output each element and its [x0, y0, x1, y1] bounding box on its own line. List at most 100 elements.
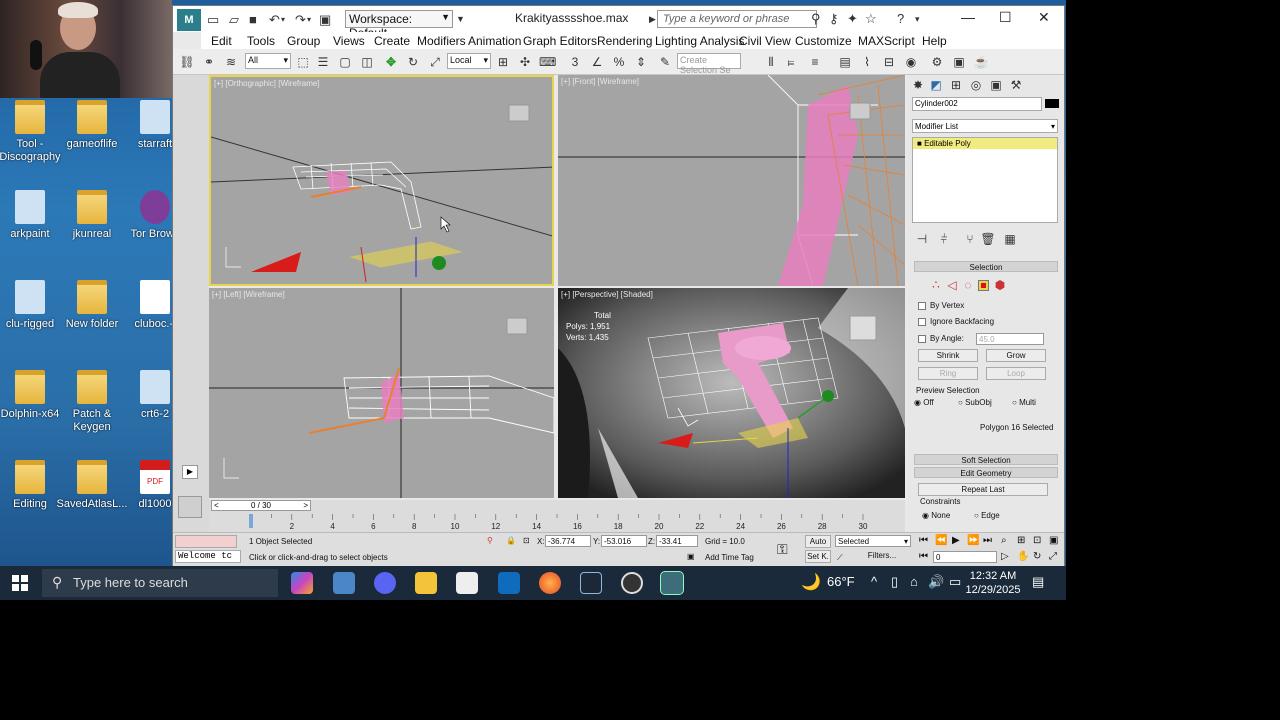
spinner-snap-icon[interactable]: ⇕ [633, 54, 649, 70]
field-of-view-icon[interactable]: ▷ [1001, 551, 1009, 562]
viewport-label[interactable]: [+] [Left] [Wireframe] [212, 290, 285, 299]
element-mode-icon[interactable]: ⬢ [992, 277, 1008, 293]
timeline[interactable]: <0 / 30 > 2 4 6 8 10 12 14 16 18 20 22 24 26 28 30 [209, 500, 905, 532]
by-vertex-checkbox[interactable] [918, 302, 926, 310]
binoculars-icon[interactable]: ⚲ [811, 11, 821, 27]
help-icon[interactable]: ? [897, 11, 904, 26]
ring-button[interactable]: Ring [918, 367, 978, 380]
menu-item[interactable]: Rendering [597, 34, 652, 48]
key-mode-toggle-icon[interactable]: ⏮ [919, 551, 928, 562]
constraint-none-radio[interactable]: ◉ None [922, 511, 950, 520]
network-icon[interactable]: ⌂ [910, 574, 918, 589]
viewport-label[interactable]: [+] [Orthographic] [Wireframe] [214, 79, 320, 88]
maxscript-listener-input[interactable]: Welcome tc [175, 550, 241, 563]
menu-item[interactable]: MAXScript [858, 34, 915, 48]
viewport-orthographic[interactable]: [+] [Orthographic] [Wireframe] [209, 75, 554, 286]
named-selection-dropdown[interactable]: Create Selection Se [677, 53, 741, 75]
start-windows-icon[interactable] [12, 575, 28, 591]
outlook-icon[interactable] [498, 572, 520, 594]
absolute-mode-icon[interactable]: ⊡ [523, 536, 530, 545]
max-logo-icon[interactable]: M [177, 9, 201, 31]
loop-button[interactable]: Loop [986, 367, 1046, 380]
render-setup-icon[interactable]: ⚙ [929, 54, 945, 70]
menu-item[interactable]: Group [287, 34, 320, 48]
viewport-front[interactable]: [+] [Front] [Wireframe] [558, 75, 905, 286]
menu-item[interactable]: Customize [795, 34, 852, 48]
x-coordinate-field[interactable]: -36.774 [545, 535, 591, 547]
polygon-mode-icon[interactable] [978, 280, 989, 291]
key-filters-button[interactable]: Filters... [853, 550, 911, 563]
redo-icon[interactable]: ↷ [295, 12, 306, 28]
window-crossing-icon[interactable]: ◫ [359, 54, 375, 70]
maxscript-listener-top[interactable] [175, 535, 237, 548]
help-search-input[interactable]: Type a keyword or phrase [657, 10, 817, 28]
edit-named-sel-icon[interactable]: ✎ [657, 54, 673, 70]
reference-coord-dropdown[interactable]: Local ▾ [447, 53, 491, 69]
menu-item[interactable]: Animation [468, 34, 521, 48]
configure-sets-icon[interactable]: ▦ [1002, 231, 1018, 247]
notification-icon[interactable]: ▤ [1032, 574, 1044, 590]
snaps-toggle-icon[interactable]: 3 [567, 54, 583, 70]
zoom-extents-icon[interactable]: ⊡ [1033, 535, 1041, 546]
mini-curve-icon[interactable] [178, 496, 202, 518]
copilot-icon[interactable] [291, 572, 313, 594]
next-frame-icon[interactable]: ⏩ [967, 535, 979, 546]
open-file-icon[interactable]: ▱ [229, 12, 239, 28]
graphite-toolbar-icon[interactable]: ▤ [837, 54, 853, 70]
discord-icon[interactable] [374, 572, 396, 594]
mirror-icon[interactable]: ⫴ [763, 54, 779, 70]
select-object-icon[interactable]: ⬚ [295, 54, 311, 70]
scale-icon[interactable]: ⤢ [427, 54, 443, 70]
layer-explorer-icon[interactable]: ≡ [807, 54, 823, 70]
utilities-tab-icon[interactable]: ⚒ [1008, 77, 1024, 93]
current-frame-field[interactable]: 0 [933, 551, 997, 563]
menu-item[interactable]: Edit [211, 34, 232, 48]
preview-subobj-radio[interactable]: ○ SubObj [958, 398, 992, 407]
steam-icon[interactable] [580, 572, 602, 594]
move-icon[interactable]: ✥ [383, 54, 399, 70]
help-dropdown-icon[interactable]: ▾ [915, 14, 920, 25]
menu-item[interactable]: Help [922, 34, 947, 48]
stack-item-editable-poly[interactable]: ■ Editable Poly [913, 138, 1057, 149]
link-icon[interactable]: ⛓ [179, 54, 195, 70]
zoom-extents-all-icon[interactable]: ▣ [1049, 535, 1058, 546]
render-icon[interactable]: ☕ [973, 54, 989, 70]
timeline-cursor[interactable] [249, 514, 253, 528]
keyboard-shortcut-icon[interactable]: ⌨ [539, 54, 556, 70]
system-clock[interactable]: 12:32 AM 12/29/2025 [963, 569, 1023, 597]
unlink-icon[interactable]: ⚭ [201, 54, 217, 70]
percent-snap-icon[interactable]: % [611, 54, 627, 70]
key-filter-icon[interactable]: ⟋ [837, 553, 843, 563]
preview-multi-radio[interactable]: ○ Multi [1012, 398, 1036, 407]
play-icon[interactable]: ▶ [952, 535, 960, 546]
ignore-backfacing-checkbox[interactable] [918, 318, 926, 326]
modify-tab-icon[interactable]: ◩ [928, 77, 944, 93]
key-icon[interactable]: ⚷ [829, 11, 839, 27]
previous-frame-icon[interactable]: ⏪ [935, 535, 947, 546]
display-tab-icon[interactable]: ▣ [988, 77, 1004, 93]
select-manipulate-icon[interactable]: ✣ [517, 54, 533, 70]
file-explorer-icon[interactable] [415, 572, 437, 594]
community-icon[interactable]: ✦ [847, 11, 858, 27]
orbit-icon[interactable]: ↻ [1033, 551, 1041, 562]
store-icon[interactable] [456, 572, 478, 594]
display-icon[interactable]: ▭ [949, 574, 961, 590]
constraint-edge-radio[interactable]: ○ Edge [974, 511, 1000, 520]
isolate-icon[interactable]: ⚲ [487, 536, 493, 545]
y-coordinate-field[interactable]: -53.016 [601, 535, 647, 547]
menu-item[interactable]: Graph Editors [523, 34, 597, 48]
schematic-view-icon[interactable]: ⊟ [881, 54, 897, 70]
obs-icon[interactable] [621, 572, 643, 594]
auto-key-button[interactable]: Auto [805, 535, 831, 548]
zoom-icon[interactable]: ⌕ [1001, 535, 1007, 546]
set-key-mode-icon[interactable]: ⚿ [777, 541, 788, 558]
maximize-icon[interactable]: ☐ [999, 9, 1012, 26]
repeat-last-button[interactable]: Repeat Last [918, 483, 1048, 496]
show-end-result-icon[interactable]: ⫩ [936, 231, 952, 247]
tool-app-icon[interactable] [333, 572, 355, 594]
redo-dropdown-icon[interactable]: ▾ [307, 15, 311, 24]
rect-selection-icon[interactable]: ▢ [337, 54, 353, 70]
go-to-start-icon[interactable]: ⏮ [919, 535, 928, 546]
z-coordinate-field[interactable]: -33.41 [656, 535, 698, 547]
favorite-star-icon[interactable]: ☆ [865, 11, 877, 27]
